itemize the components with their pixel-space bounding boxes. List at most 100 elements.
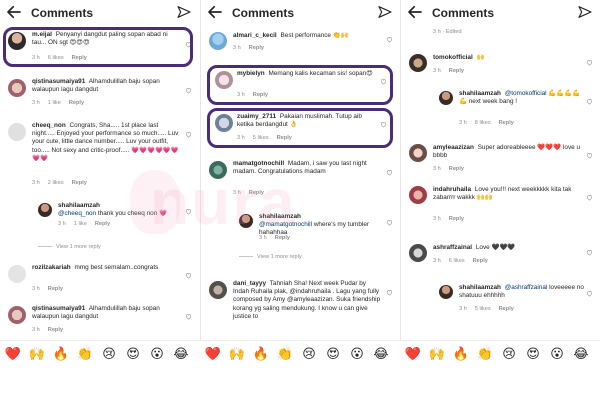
mention-link[interactable]: @mamatgotnochill — [259, 221, 312, 228]
reply-button[interactable]: Reply — [249, 190, 264, 196]
like-heart-icon[interactable] — [185, 87, 192, 94]
send-icon[interactable] — [577, 4, 593, 20]
like-heart-icon[interactable] — [586, 290, 593, 297]
emoji-button[interactable]: 😢 — [298, 345, 320, 365]
reply-button[interactable]: Reply — [277, 135, 292, 141]
like-heart-icon[interactable] — [586, 59, 593, 66]
emoji-button[interactable]: 🔥 — [50, 345, 72, 365]
back-arrow-icon[interactable] — [206, 3, 224, 21]
reply-button[interactable]: Reply — [95, 221, 110, 227]
reply-button[interactable]: Reply — [449, 216, 464, 222]
reply-button[interactable]: Reply — [449, 68, 464, 74]
avatar[interactable] — [8, 265, 26, 283]
emoji-button[interactable]: 🙌 — [226, 345, 248, 365]
comment-username[interactable]: ashraffzainal — [433, 244, 472, 251]
avatar[interactable] — [8, 306, 26, 324]
comment-username[interactable]: dani_tayyy — [233, 280, 266, 287]
avatar[interactable] — [209, 281, 227, 299]
comment-username[interactable]: qistinasumaiya91 — [32, 305, 85, 312]
reply-button[interactable]: Reply — [449, 166, 464, 172]
reply-button[interactable]: Reply — [72, 180, 87, 186]
comment-likes[interactable]: 1 like — [74, 221, 87, 227]
avatar[interactable] — [409, 144, 427, 162]
mention-link[interactable]: @ashraffzainal — [505, 284, 548, 291]
comment-username[interactable]: shahilaamzah — [459, 284, 501, 291]
comment-username[interactable]: qistinasumaiya91 — [32, 78, 85, 85]
reply-button[interactable]: Reply — [69, 100, 84, 106]
like-heart-icon[interactable] — [185, 131, 192, 138]
reply-button[interactable]: Reply — [275, 235, 290, 241]
comment-username[interactable]: shahilaamzah — [459, 90, 501, 97]
like-heart-icon[interactable] — [386, 169, 393, 176]
avatar[interactable] — [8, 32, 26, 50]
emoji-button[interactable]: 😮 — [546, 345, 568, 365]
like-heart-icon[interactable] — [586, 98, 593, 105]
reply-button[interactable]: Reply — [48, 327, 63, 333]
reply-button[interactable]: Reply — [499, 120, 514, 126]
like-heart-icon[interactable] — [386, 36, 393, 43]
emoji-button[interactable]: 😂 — [570, 345, 592, 365]
avatar[interactable] — [209, 32, 227, 50]
emoji-button[interactable]: 🙌 — [26, 345, 48, 365]
comment-username[interactable]: shahilaamzah — [58, 202, 100, 209]
back-arrow-icon[interactable] — [5, 3, 23, 21]
emoji-button[interactable]: 😍 — [522, 345, 544, 365]
avatar[interactable] — [409, 244, 427, 262]
emoji-button[interactable]: 👏 — [474, 345, 496, 365]
reply-button[interactable]: Reply — [48, 286, 63, 292]
back-arrow-icon[interactable] — [406, 3, 424, 21]
emoji-button[interactable]: 😮 — [146, 345, 168, 365]
reply-button[interactable]: Reply — [72, 55, 87, 61]
avatar[interactable] — [8, 79, 26, 97]
emoji-button[interactable]: 😂 — [170, 345, 192, 365]
avatar[interactable] — [439, 285, 453, 299]
view-more-replies-link[interactable]: View 1 more reply — [38, 244, 101, 250]
like-heart-icon[interactable] — [380, 121, 387, 128]
emoji-button[interactable]: ❤️ — [2, 345, 24, 365]
comment-likes[interactable]: 8 likes — [475, 120, 491, 126]
emoji-button[interactable]: 😢 — [498, 345, 520, 365]
avatar[interactable] — [209, 161, 227, 179]
reply-button[interactable]: Reply — [473, 258, 488, 264]
comment-likes[interactable]: 6 likes — [449, 258, 465, 264]
comment-username[interactable]: almari_c_kecil — [233, 32, 277, 39]
comment-username[interactable]: shahilaamzah — [259, 213, 301, 220]
emoji-button[interactable]: 👏 — [274, 345, 296, 365]
comment-username[interactable]: mybielyn — [237, 70, 265, 77]
emoji-button[interactable]: 🔥 — [450, 345, 472, 365]
avatar[interactable] — [8, 123, 26, 141]
avatar[interactable] — [439, 91, 453, 105]
like-heart-icon[interactable] — [586, 194, 593, 201]
emoji-button[interactable]: 😮 — [346, 345, 368, 365]
like-heart-icon[interactable] — [185, 41, 192, 48]
like-heart-icon[interactable] — [386, 289, 393, 296]
reply-button[interactable]: Reply — [253, 92, 268, 98]
mention-link[interactable]: @tomokofficial — [505, 90, 547, 97]
send-icon[interactable] — [176, 4, 192, 20]
avatar[interactable] — [215, 71, 233, 89]
comment-likes[interactable]: 1 like — [48, 100, 61, 106]
comment-likes[interactable]: 6 likes — [48, 55, 64, 61]
comment-likes[interactable]: 5 likes — [253, 135, 269, 141]
like-heart-icon[interactable] — [586, 152, 593, 159]
comment-likes[interactable]: 5 likes — [475, 306, 491, 312]
comment-username[interactable]: cheeq_non — [32, 122, 66, 129]
emoji-button[interactable]: 😢 — [98, 345, 120, 365]
avatar[interactable] — [409, 186, 427, 204]
avatar[interactable] — [38, 203, 52, 217]
comment-username[interactable]: zuaimy_2711 — [237, 113, 276, 120]
emoji-button[interactable]: 🔥 — [250, 345, 272, 365]
like-heart-icon[interactable] — [185, 313, 192, 320]
send-icon[interactable] — [377, 4, 393, 20]
like-heart-icon[interactable] — [586, 249, 593, 256]
comment-username[interactable]: tomokofficial — [433, 54, 473, 61]
reply-button[interactable]: Reply — [499, 306, 514, 312]
like-heart-icon[interactable] — [380, 78, 387, 85]
comment-username[interactable]: indahruhaila — [433, 186, 471, 193]
reply-button[interactable]: Reply — [249, 45, 264, 51]
like-heart-icon[interactable] — [185, 208, 192, 215]
like-heart-icon[interactable] — [185, 272, 192, 279]
comment-username[interactable]: mamatgotnochill — [233, 160, 284, 167]
avatar[interactable] — [239, 214, 253, 228]
mention-link[interactable]: @cheeq_non — [58, 210, 96, 217]
